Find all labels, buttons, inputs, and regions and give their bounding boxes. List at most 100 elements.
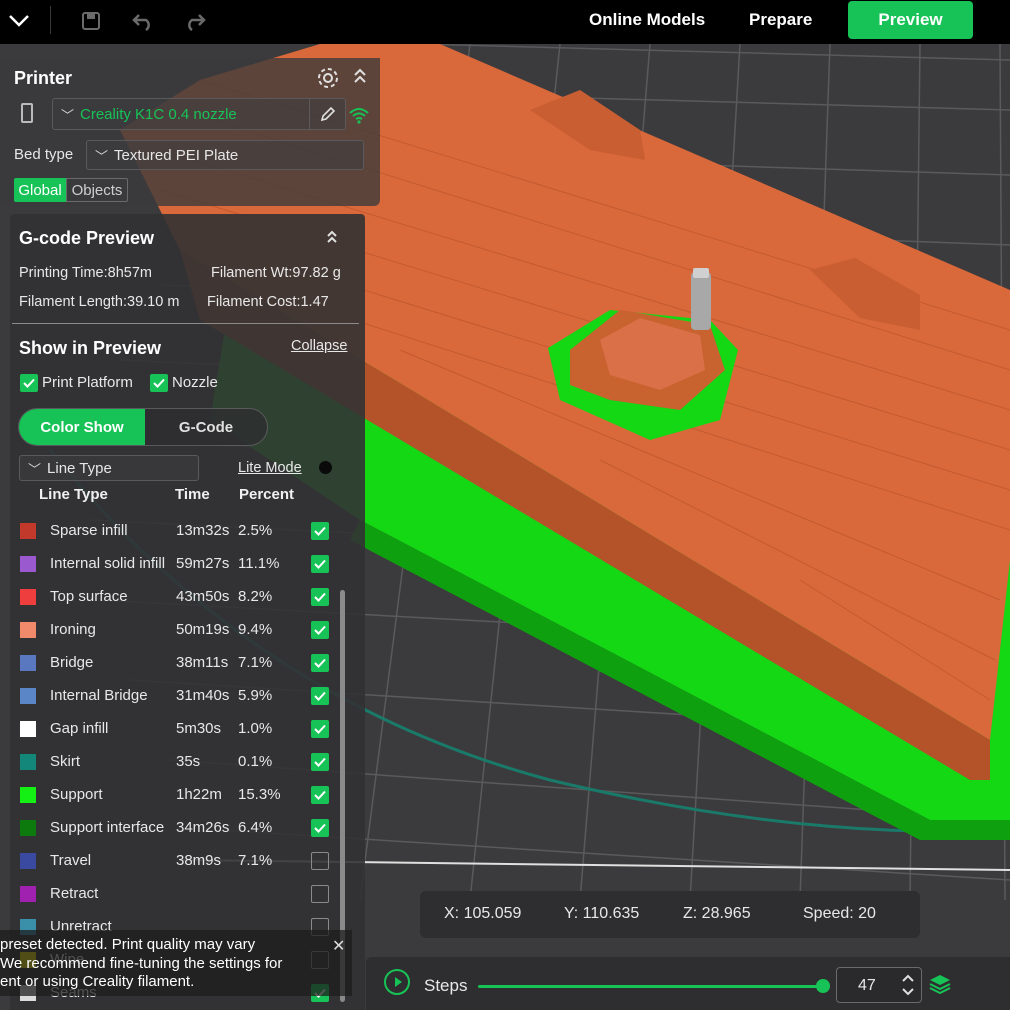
header-line-type: Line Type xyxy=(39,486,108,503)
filament-weight-stat: Filament Wt:97.82 g xyxy=(211,265,341,281)
line-type-time: 1h22m xyxy=(176,786,222,803)
line-type-visible-checkbox[interactable] xyxy=(311,786,329,804)
steps-bar: Steps 47 xyxy=(366,957,1010,1010)
coord-x: X: 105.059 xyxy=(444,905,522,922)
line-type-row: Top surface 43m50s 8.2% xyxy=(14,582,344,615)
print-platform-checkbox[interactable] xyxy=(20,374,38,392)
color-show-button[interactable]: Color Show xyxy=(19,409,145,445)
filament-cost-value: 1.47 xyxy=(300,294,329,310)
line-type-time: 34m26s xyxy=(176,819,230,836)
line-type-percent: 1.0% xyxy=(238,720,273,737)
steps-slider[interactable] xyxy=(478,985,822,988)
line-type-visible-checkbox[interactable] xyxy=(311,654,329,672)
filament-weight-label: Filament Wt: xyxy=(211,265,293,281)
coordinates-readout: X: 105.059 Y: 110.635 Z: 28.965 Speed: 2… xyxy=(420,891,920,938)
line-type-row: Travel 38m9s 7.1% xyxy=(14,846,344,879)
color-swatch xyxy=(20,886,36,902)
color-swatch xyxy=(20,622,36,638)
pencil-icon[interactable] xyxy=(309,99,345,129)
coord-z: Z: 28.965 xyxy=(683,905,751,922)
line-type-visible-checkbox[interactable] xyxy=(311,621,329,639)
print-platform-label: Print Platform xyxy=(42,374,133,391)
line-type-time: 31m40s xyxy=(176,687,230,704)
collapse-link[interactable]: Collapse xyxy=(291,338,347,354)
wifi-icon xyxy=(348,106,370,129)
line-type-select[interactable]: ﹀ Line Type xyxy=(19,455,199,481)
color-swatch xyxy=(20,853,36,869)
warning-line-3: ent or using Creality filament. xyxy=(0,973,195,990)
line-type-visible-checkbox[interactable] xyxy=(311,588,329,606)
nav-preview-button[interactable]: Preview xyxy=(848,1,973,39)
section-divider xyxy=(12,323,359,324)
line-type-name: Bridge xyxy=(50,654,94,671)
printing-time-label: Printing Time: xyxy=(19,265,108,281)
undo-icon[interactable] xyxy=(128,6,158,36)
line-type-percent: 7.1% xyxy=(238,654,273,671)
line-type-visible-checkbox[interactable] xyxy=(311,852,329,870)
bed-type-label: Bed type xyxy=(14,146,74,163)
filament-cost-stat: Filament Cost:1.47 xyxy=(207,294,329,310)
filament-weight-value: 97.82 g xyxy=(292,265,341,281)
tab-objects[interactable]: Objects xyxy=(66,178,128,202)
line-type-visible-checkbox[interactable] xyxy=(311,720,329,738)
line-type-visible-checkbox[interactable] xyxy=(311,819,329,837)
line-type-percent: 9.4% xyxy=(238,621,273,638)
bed-type-value: Textured PEI Plate xyxy=(114,146,239,164)
line-type-time: 38m9s xyxy=(176,852,222,869)
double-chevron-up-icon[interactable] xyxy=(352,66,368,91)
line-type-name: Ironing xyxy=(50,621,96,638)
tab-global[interactable]: Global xyxy=(14,178,66,202)
header-time: Time xyxy=(175,486,210,503)
line-type-row: Internal solid infill 59m27s 11.1% xyxy=(14,549,344,582)
line-type-visible-checkbox[interactable] xyxy=(311,885,329,903)
layers-icon[interactable] xyxy=(928,972,952,996)
steps-slider-handle[interactable] xyxy=(816,979,830,993)
filament-length-value: 39.10 m xyxy=(127,294,180,310)
line-type-select-value: Line Type xyxy=(47,459,112,477)
line-type-name: Internal solid infill xyxy=(50,555,166,572)
play-icon[interactable] xyxy=(384,969,410,995)
printer-device-icon xyxy=(20,102,34,129)
printer-title: Printer xyxy=(14,68,73,88)
line-type-time: 13m32s xyxy=(176,522,230,539)
line-type-visible-checkbox[interactable] xyxy=(311,753,329,771)
close-icon[interactable]: ✕ xyxy=(332,936,345,956)
gear-icon[interactable] xyxy=(316,66,340,95)
double-chevron-up-icon[interactable] xyxy=(325,228,339,251)
line-type-percent: 6.4% xyxy=(238,819,273,836)
line-type-percent: 7.1% xyxy=(238,852,273,869)
line-type-row: Ironing 50m19s 9.4% xyxy=(14,615,344,648)
stepper-arrows-icon[interactable] xyxy=(901,972,915,998)
line-type-name: Sparse infill xyxy=(50,522,128,539)
line-type-row: Gap infill 5m30s 1.0% xyxy=(14,714,344,747)
line-type-visible-checkbox[interactable] xyxy=(311,522,329,540)
line-type-time: 43m50s xyxy=(176,588,230,605)
bed-type-select[interactable]: ﹀ Textured PEI Plate xyxy=(86,140,364,170)
lite-mode-indicator[interactable] xyxy=(319,461,332,474)
steps-value: 47 xyxy=(858,977,876,994)
line-type-name: Top surface xyxy=(50,588,128,605)
steps-stepper[interactable]: 47 xyxy=(836,967,922,1003)
line-type-name: Gap infill xyxy=(50,720,109,737)
color-swatch xyxy=(20,754,36,770)
coord-speed: Speed: 20 xyxy=(803,905,876,922)
gcode-button[interactable]: G-Code xyxy=(145,409,267,445)
color-swatch xyxy=(20,523,36,539)
lite-mode-link[interactable]: Lite Mode xyxy=(238,460,302,476)
redo-icon[interactable] xyxy=(180,6,210,36)
line-type-visible-checkbox[interactable] xyxy=(311,555,329,573)
printer-name: Creality K1C 0.4 nozzle xyxy=(80,105,237,123)
warning-line-1: preset detected. Print quality may vary xyxy=(0,936,256,953)
top-toolbar: Online Models Prepare Preview xyxy=(0,0,1010,44)
nav-prepare[interactable]: Prepare xyxy=(749,10,812,30)
nav-online-models[interactable]: Online Models xyxy=(589,10,705,30)
printing-time-value: 8h57m xyxy=(107,265,152,281)
nozzle-checkbox[interactable] xyxy=(150,374,168,392)
printing-time-stat: Printing Time:8h57m xyxy=(19,265,152,281)
line-type-visible-checkbox[interactable] xyxy=(311,687,329,705)
chevron-down-icon[interactable] xyxy=(4,6,34,36)
line-type-percent: 2.5% xyxy=(238,522,273,539)
printer-select[interactable]: ﹀ Creality K1C 0.4 nozzle xyxy=(52,98,346,130)
save-icon[interactable] xyxy=(76,6,106,36)
line-type-row: Internal Bridge 31m40s 5.9% xyxy=(14,681,344,714)
